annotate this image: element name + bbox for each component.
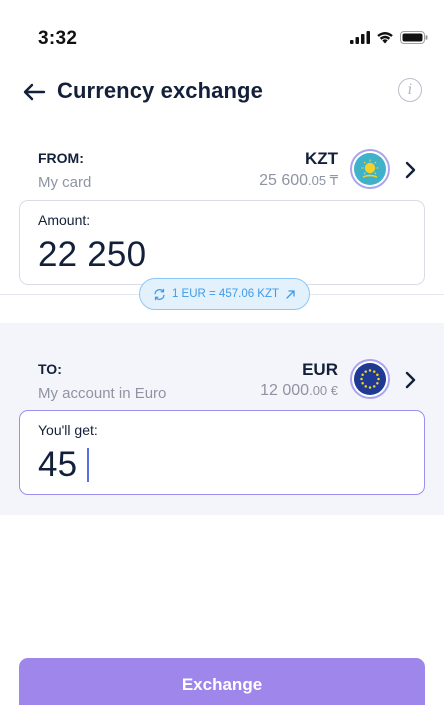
to-currency-code: EUR — [302, 360, 338, 379]
wifi-icon — [377, 32, 393, 44]
exchange-button[interactable]: Exchange — [19, 658, 425, 705]
to-label: TO: — [38, 361, 62, 377]
info-icon: i — [407, 82, 413, 98]
amount-value[interactable]: 22 250 — [38, 235, 146, 275]
from-section: FROM: My card KZT 25 600.05 ₸ Amount: 22… — [0, 130, 444, 295]
page-title: Currency exchange — [57, 78, 263, 103]
to-chevron-right-icon[interactable] — [402, 370, 418, 390]
refresh-icon — [154, 288, 165, 300]
to-balance: 12 000.00 € — [260, 382, 338, 400]
receive-amount-value: 45 — [38, 445, 78, 484]
back-button[interactable] — [20, 78, 48, 106]
arrow-left-icon — [23, 83, 46, 101]
to-balance-fraction: .00 € — [309, 383, 338, 398]
cellular-signal-icon — [350, 31, 370, 44]
status-bar: 3:32 — [0, 0, 444, 70]
text-cursor — [87, 448, 89, 482]
app-header: Currency exchange i — [0, 70, 444, 114]
exchange-rate-text: 1 EUR = 457.06 KZT — [171, 288, 280, 300]
status-time: 3:32 — [38, 28, 78, 49]
status-icons — [350, 31, 428, 44]
to-currency-selector[interactable] — [350, 359, 390, 399]
from-balance-main: 25 600 — [259, 172, 309, 189]
from-label: FROM: — [38, 150, 84, 166]
receive-amount-label: You'll get: — [38, 422, 98, 438]
battery-icon — [400, 31, 428, 44]
receive-amount-input[interactable]: 45 — [38, 445, 89, 485]
to-account-name: My account in Euro — [38, 385, 167, 402]
eu-flag-icon — [354, 363, 386, 395]
from-currency-code: KZT — [304, 149, 338, 168]
from-account-name: My card — [38, 174, 92, 191]
info-button[interactable]: i — [398, 78, 422, 102]
amount-label: Amount: — [38, 212, 91, 228]
from-chevron-right-icon[interactable] — [402, 160, 418, 180]
receive-amount-field[interactable]: You'll get: 45 — [19, 410, 425, 495]
to-balance-main: 12 000 — [260, 382, 310, 399]
from-balance-fraction: .05 ₸ — [308, 173, 338, 188]
amount-field[interactable]: Amount: 22 250 — [19, 200, 425, 285]
exchange-rate-pill[interactable]: 1 EUR = 457.06 KZT — [139, 278, 310, 310]
to-section: TO: My account in Euro EUR 12 000.00 € Y… — [0, 323, 444, 515]
kazakhstan-flag-icon — [354, 153, 386, 185]
from-currency-selector[interactable] — [350, 149, 390, 189]
from-balance: 25 600.05 ₸ — [259, 172, 338, 190]
arrow-up-right-icon — [286, 289, 295, 299]
